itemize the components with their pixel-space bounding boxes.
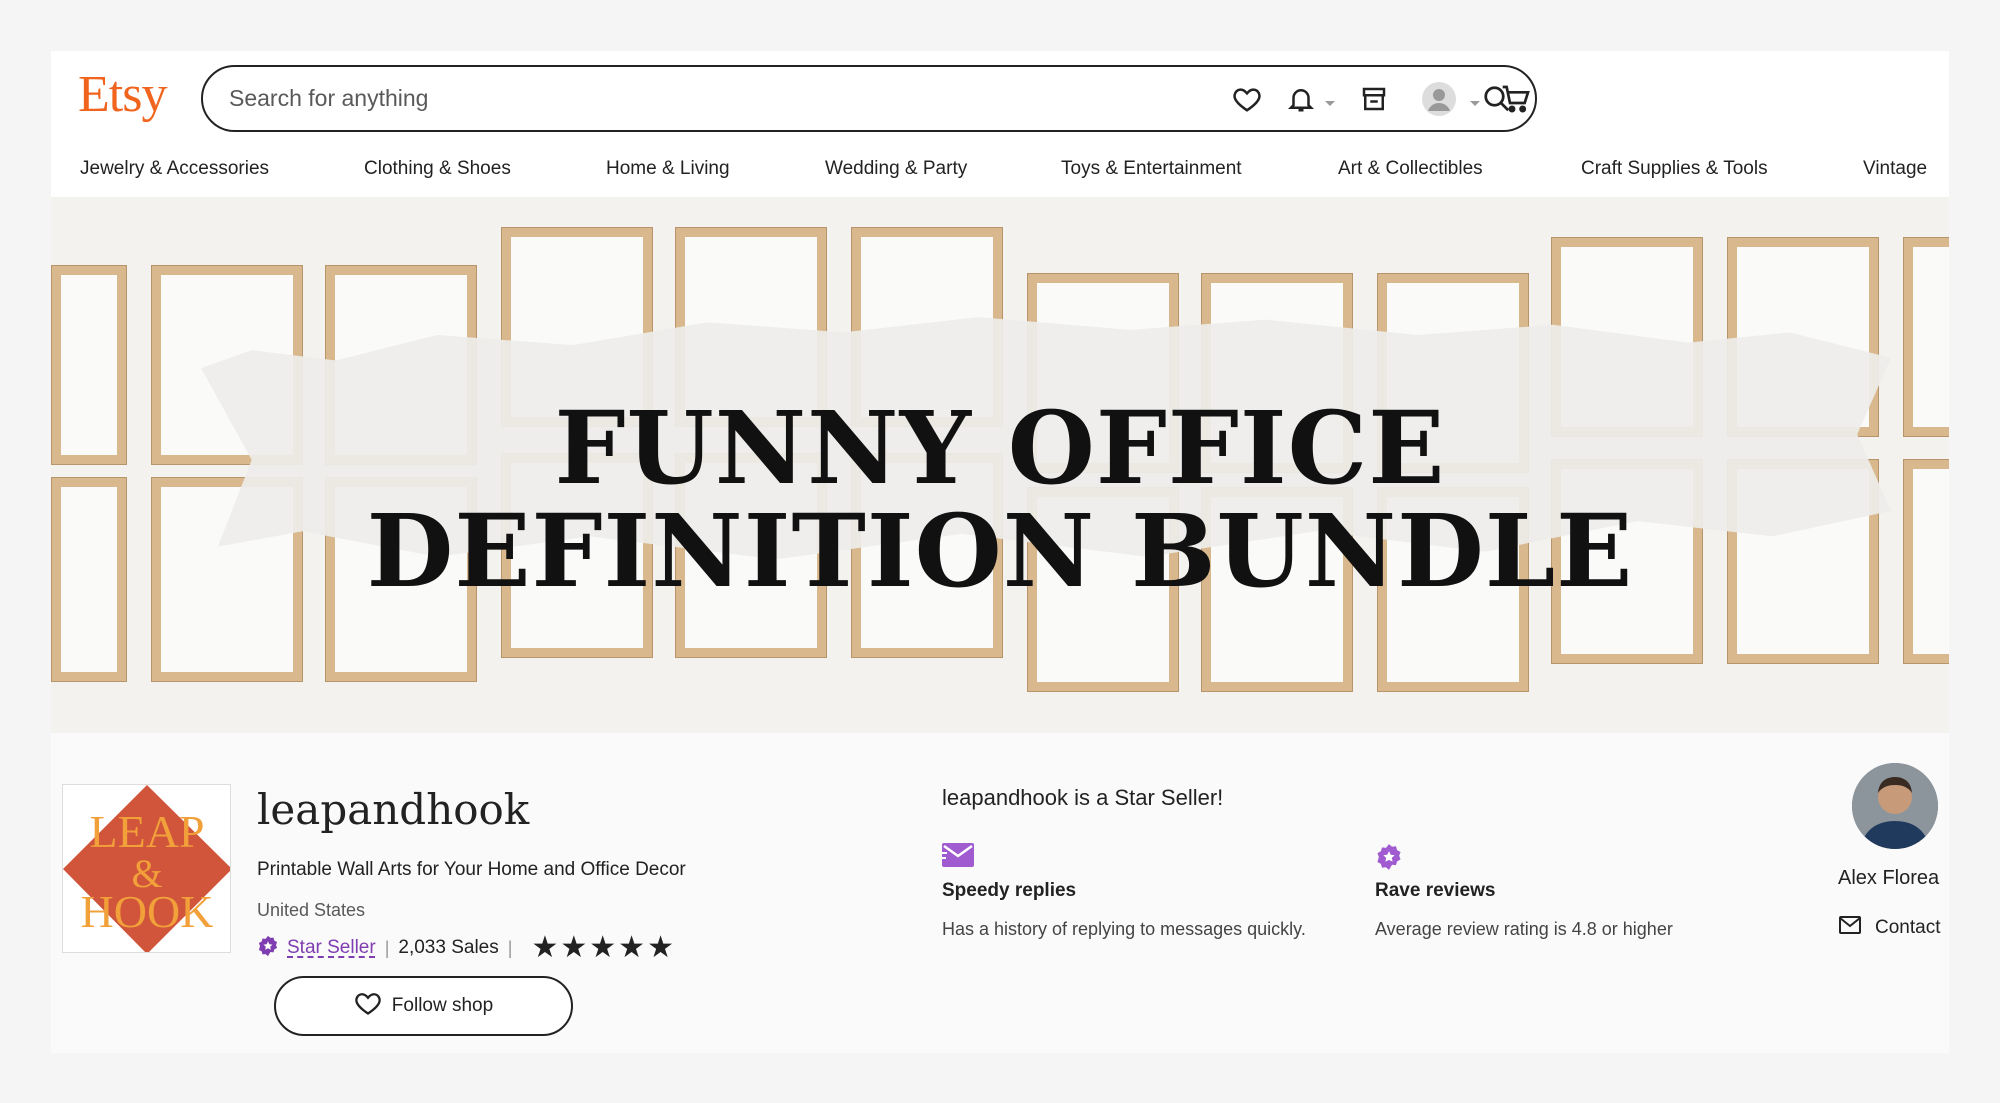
banner-title: FUNNY OFFICE DEFINITION BUNDLE — [366, 389, 1634, 610]
feature-title: Speedy replies — [942, 880, 1077, 901]
contact-button[interactable]: Contact — [1839, 916, 1940, 940]
heart-icon — [354, 989, 382, 1023]
nav-wedding[interactable]: Wedding & Party — [825, 158, 967, 180]
owner-name[interactable]: Alex Florea — [1838, 867, 1939, 890]
sales-count: 2,033 Sales — [398, 937, 499, 958]
etsy-logo[interactable]: Etsy — [78, 65, 167, 124]
feature-desc: Has a history of replying to messages qu… — [942, 919, 1306, 939]
contact-label: Contact — [1875, 917, 1941, 938]
avatar-icon[interactable] — [1419, 79, 1459, 119]
nav-craft[interactable]: Craft Supplies & Tools — [1581, 158, 1768, 180]
follow-shop-button[interactable]: Follow shop — [274, 976, 573, 1036]
envelope-icon — [942, 843, 974, 869]
shop-name: leapandhook — [257, 785, 530, 834]
star-badge-icon — [1375, 843, 1407, 870]
shop-info-section: LEAP & HOOK leapandhook Printable Wall A… — [51, 733, 1949, 1053]
feature-title: Rave reviews — [1375, 880, 1496, 901]
search-bar — [201, 65, 1537, 132]
nav-home-living[interactable]: Home & Living — [606, 158, 730, 180]
star-icon: ★ — [647, 931, 674, 964]
shop-logo[interactable]: LEAP & HOOK — [62, 784, 231, 953]
cart-icon[interactable] — [1496, 79, 1536, 119]
nav-clothing[interactable]: Clothing & Shoes — [364, 158, 511, 180]
svg-text:LEAP: LEAP — [90, 806, 205, 857]
nav-toys[interactable]: Toys & Entertainment — [1061, 158, 1242, 180]
nav-art[interactable]: Art & Collectibles — [1338, 158, 1483, 180]
rating-stars[interactable]: ★ ★ ★ ★ ★ — [531, 933, 674, 963]
star-icon: ★ — [560, 931, 588, 964]
divider: | — [384, 937, 390, 958]
star-seller-badge-icon — [257, 935, 279, 962]
divider: | — [507, 937, 513, 958]
chevron-down-icon[interactable] — [1469, 95, 1481, 113]
shop-tagline: Printable Wall Arts for Your Home and Of… — [257, 859, 686, 880]
star-icon: ★ — [618, 931, 646, 964]
nav-jewelry[interactable]: Jewelry & Accessories — [80, 158, 269, 180]
envelope-icon — [1839, 916, 1861, 940]
shop-banner: FUNNY OFFICE DEFINITION BUNDLE — [51, 197, 1949, 733]
bell-icon[interactable] — [1281, 79, 1321, 119]
feature-desc: Average review rating is 4.8 or higher — [1375, 919, 1673, 939]
heart-icon[interactable] — [1227, 79, 1267, 119]
star-seller-link[interactable]: Star Seller — [287, 937, 376, 959]
follow-shop-label: Follow shop — [391, 995, 494, 1016]
owner-avatar[interactable] — [1852, 763, 1938, 849]
star-icon: ★ — [589, 931, 617, 964]
chevron-down-icon[interactable] — [1324, 95, 1336, 113]
shop-icon[interactable] — [1354, 79, 1394, 119]
nav-vintage[interactable]: Vintage — [1863, 158, 1927, 180]
category-nav: Jewelry & Accessories Clothing & Shoes H… — [51, 154, 1949, 198]
star-icon: ★ — [531, 931, 559, 964]
star-seller-heading: leapandhook is a Star Seller! — [942, 785, 1224, 810]
etsy-shop-page: Etsy Jewelry & Accessories Clothing & Sh… — [51, 51, 1949, 1053]
seller-stats-row: Star Seller | 2,033 Sales | ★ ★ ★ ★ ★ — [257, 933, 674, 963]
svg-text:HOOK: HOOK — [81, 886, 214, 937]
shop-location: United States — [257, 900, 366, 920]
